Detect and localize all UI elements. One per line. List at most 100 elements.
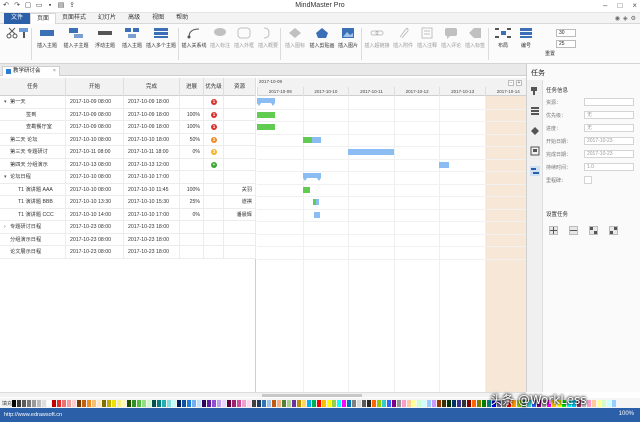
- color-swatch[interactable]: [422, 399, 426, 407]
- task-name-cell[interactable]: T1 演讲题 AAA: [0, 183, 66, 196]
- color-swatch[interactable]: [282, 399, 286, 407]
- menu-file[interactable]: 文件: [4, 12, 31, 24]
- task-name-cell[interactable]: 分组演示日程: [0, 233, 66, 246]
- color-swatch[interactable]: [97, 399, 101, 407]
- gantt-progress-bar[interactable]: [302, 186, 310, 193]
- color-swatch[interactable]: [267, 399, 271, 407]
- gantt-summary-bar[interactable]: [302, 173, 322, 181]
- task-gantt-icon[interactable]: [530, 166, 540, 176]
- color-swatch[interactable]: [332, 399, 336, 407]
- progress-cell[interactable]: 25%: [180, 196, 204, 209]
- end-cell[interactable]: 2017-10-10 15:30: [124, 196, 180, 209]
- progress-cell[interactable]: [180, 171, 204, 184]
- task-name-cell[interactable]: 论文展示日程: [0, 246, 66, 259]
- table-row[interactable]: T1 演讲题 AAA 2017-10-10 08:00 2017-10-10 11:…: [0, 183, 256, 196]
- insert-topic-button[interactable]: 插入主题: [34, 26, 60, 49]
- color-swatch[interactable]: [147, 399, 151, 407]
- end-cell[interactable]: 2017-10-10 11:45: [124, 183, 180, 196]
- end-cell[interactable]: 2017-10-10 17:00: [124, 208, 180, 221]
- resource-cell[interactable]: [224, 96, 256, 109]
- close-tab-icon[interactable]: ×: [53, 67, 56, 76]
- start-cell[interactable]: 2017-10-23 08:00: [66, 233, 124, 246]
- color-swatch[interactable]: [402, 399, 406, 407]
- end-cell[interactable]: 2017-10-11 18:00: [124, 146, 180, 159]
- color-swatch[interactable]: [602, 399, 606, 407]
- gantt-task-bar[interactable]: [366, 149, 394, 155]
- insert-tag-button[interactable]: 插入标签: [464, 26, 486, 49]
- color-swatch[interactable]: [257, 399, 261, 407]
- task-field-input[interactable]: 2017-10-23: [584, 137, 634, 145]
- start-cell[interactable]: 2017-10-23 08:00: [66, 246, 124, 259]
- color-swatch[interactable]: [592, 399, 596, 407]
- gantt-task-bar[interactable]: [439, 161, 449, 168]
- task-name-cell[interactable]: › 专题研讨日程: [0, 221, 66, 234]
- color-swatch[interactable]: [307, 399, 311, 407]
- table-row[interactable]: ▾ 第一天 2017-10-09 08:00 2017-10-09 18:00 1: [0, 96, 256, 109]
- color-swatch[interactable]: [277, 399, 281, 407]
- color-swatch[interactable]: [172, 399, 176, 407]
- table-row[interactable]: T1 演讲题 CCC 2017-10-10 14:00 2017-10-10 17:…: [0, 208, 256, 221]
- color-swatch[interactable]: [217, 399, 221, 407]
- timeline-zoom-in-icon[interactable]: +: [516, 80, 522, 86]
- color-swatch[interactable]: [317, 399, 321, 407]
- color-swatch[interactable]: [382, 399, 386, 407]
- color-swatch[interactable]: [232, 399, 236, 407]
- progress-cell[interactable]: [180, 233, 204, 246]
- start-cell[interactable]: 2017-10-09 08:00: [66, 96, 124, 109]
- color-swatch[interactable]: [132, 399, 136, 407]
- start-cell[interactable]: 2017-10-10 08:00: [66, 183, 124, 196]
- gantt-progress-bar[interactable]: [257, 111, 276, 118]
- color-swatch[interactable]: [77, 399, 81, 407]
- color-swatch[interactable]: [452, 399, 456, 407]
- color-swatch[interactable]: [12, 399, 16, 407]
- color-swatch[interactable]: [122, 399, 126, 407]
- color-swatch[interactable]: [202, 399, 206, 407]
- format-painter-icon[interactable]: [16, 26, 32, 40]
- close-icon[interactable]: ×: [632, 1, 637, 10]
- color-swatch[interactable]: [207, 399, 211, 407]
- color-swatch[interactable]: [377, 399, 381, 407]
- color-swatch[interactable]: [87, 399, 91, 407]
- color-swatch[interactable]: [597, 399, 601, 407]
- table-row[interactable]: T1 演讲题 BBB 2017-10-10 13:30 2017-10-10 15:…: [0, 196, 256, 209]
- task-field-input[interactable]: 无: [584, 124, 634, 132]
- color-swatch[interactable]: [262, 399, 266, 407]
- end-cell[interactable]: 2017-10-23 18:00: [124, 233, 180, 246]
- task-field-input[interactable]: 无: [584, 111, 634, 119]
- color-swatch[interactable]: [112, 399, 116, 407]
- priority-cell[interactable]: [204, 246, 224, 259]
- color-swatch[interactable]: [467, 399, 471, 407]
- insert-note-button[interactable]: 插入注释: [416, 26, 438, 49]
- color-swatch[interactable]: [302, 399, 306, 407]
- color-swatch[interactable]: [127, 399, 131, 407]
- gantt-task-bar[interactable]: [348, 149, 367, 155]
- progress-cell[interactable]: 100%: [180, 121, 204, 134]
- color-swatch[interactable]: [447, 399, 451, 407]
- col-task[interactable]: 任务: [0, 78, 66, 96]
- color-swatch[interactable]: [347, 399, 351, 407]
- table-row[interactable]: 第四天 分组演示 2017-10-13 08:00 2017-10-13 12:00…: [0, 158, 256, 171]
- insert-image-button[interactable]: 插入图片: [337, 26, 359, 49]
- color-swatch[interactable]: [42, 399, 46, 407]
- gantt-progress-bar[interactable]: [257, 124, 276, 130]
- layout-button[interactable]: 布局: [492, 26, 514, 49]
- color-swatch[interactable]: [287, 399, 291, 407]
- color-swatch[interactable]: [252, 399, 256, 407]
- task-name-cell[interactable]: T1 演讲题 BBB: [0, 196, 66, 209]
- task-name-cell[interactable]: ▾ 论坛日程: [0, 171, 66, 184]
- color-swatch[interactable]: [17, 399, 21, 407]
- color-swatch[interactable]: [427, 399, 431, 407]
- col-resource[interactable]: 资源: [224, 78, 256, 96]
- menu-tab-help[interactable]: 帮助: [170, 13, 194, 24]
- color-swatch[interactable]: [612, 399, 616, 407]
- color-swatch[interactable]: [157, 399, 161, 407]
- color-swatch[interactable]: [137, 399, 141, 407]
- task-field-input[interactable]: [584, 98, 634, 106]
- color-swatch[interactable]: [457, 399, 461, 407]
- progress-cell[interactable]: 50%: [180, 133, 204, 146]
- spacing-input-2[interactable]: 25: [556, 40, 576, 48]
- end-cell[interactable]: 2017-10-09 18:00: [124, 108, 180, 121]
- color-swatch[interactable]: [187, 399, 191, 407]
- slides-icon[interactable]: [530, 146, 540, 156]
- color-swatch[interactable]: [167, 399, 171, 407]
